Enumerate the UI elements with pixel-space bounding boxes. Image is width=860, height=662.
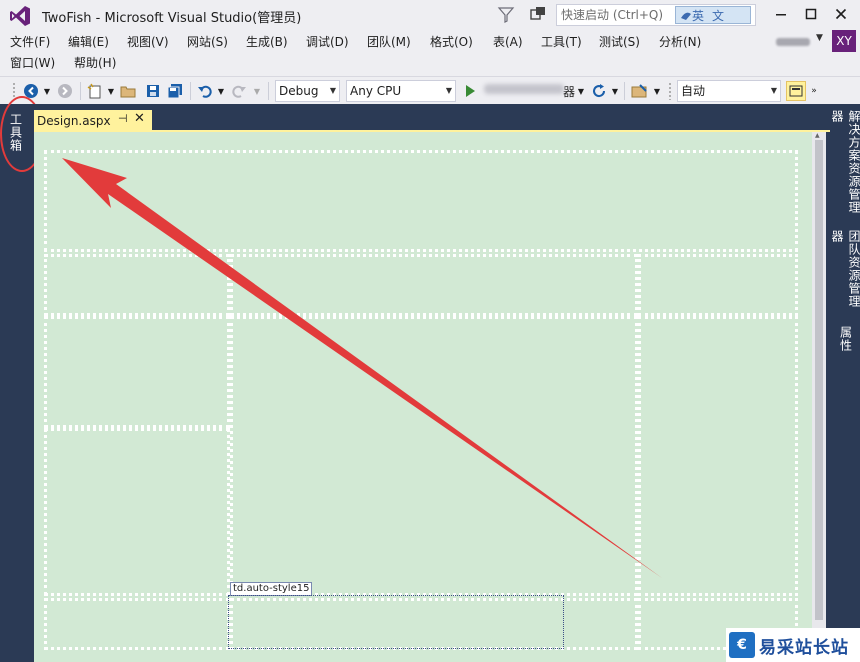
menu-window[interactable]: 窗口(W) [10, 53, 55, 73]
toolbar-overflow-icon[interactable]: » [808, 81, 820, 101]
start-target-name[interactable] [484, 84, 564, 94]
ime-icon [681, 12, 691, 20]
close-window-button[interactable] [826, 0, 856, 28]
minimize-button[interactable] [766, 0, 796, 28]
pin-icon[interactable]: ⊣ [118, 112, 128, 125]
tab-label: Design.aspx [37, 114, 111, 128]
menu-help[interactable]: 帮助(H) [74, 53, 116, 73]
menu-edit[interactable]: 编辑(E) [68, 32, 109, 52]
watermark-title: 易采站长站 [759, 637, 849, 658]
watermark: € 易采站长站 [726, 628, 860, 662]
table-cell[interactable] [44, 428, 230, 596]
menu-format[interactable]: 格式(O) [430, 32, 473, 52]
table-cell-header[interactable] [44, 150, 798, 252]
undo-dropdown-icon[interactable]: ▼ [216, 81, 226, 101]
configuration-value: Debug [279, 84, 319, 98]
scrollbar-thumb[interactable] [815, 140, 823, 620]
avatar[interactable]: XY [832, 30, 856, 52]
toolbar-separator [268, 82, 269, 100]
platform-value: Any CPU [350, 84, 402, 98]
close-tab-icon[interactable]: ✕ [134, 111, 145, 126]
user-dropdown-icon[interactable]: ▼ [816, 33, 823, 43]
menu-website[interactable]: 网站(S) [187, 32, 228, 52]
right-tool-window-strip: 解决方案资源管理器 团队资源管理器 属性 [830, 104, 860, 662]
selected-element-tag: td.auto-style15 [230, 582, 313, 596]
chevron-down-icon: ▼ [445, 86, 452, 95]
redo-icon[interactable] [230, 81, 248, 101]
table-cell[interactable] [44, 316, 230, 428]
platform-select[interactable]: Any CPU ▼ [346, 80, 456, 102]
toolbar-separator [190, 82, 191, 100]
start-target-label[interactable]: 器 [562, 81, 576, 101]
target-schema-select[interactable]: 自动 ▼ [677, 80, 781, 102]
redo-dropdown-icon[interactable]: ▼ [252, 81, 262, 101]
visual-studio-logo-icon [6, 0, 34, 32]
save-all-icon[interactable] [166, 81, 184, 101]
menu-file[interactable]: 文件(F) [10, 32, 50, 52]
table-cell-main[interactable] [230, 316, 638, 596]
vertical-scrollbar[interactable]: ▲ [812, 132, 826, 662]
chevron-down-icon: ▼ [329, 86, 336, 95]
tab-solution-explorer[interactable]: 解决方案资源管理器 [830, 110, 860, 222]
menu-team[interactable]: 团队(M) [367, 32, 411, 52]
toolbar-separator [624, 82, 625, 100]
selected-table-cell[interactable] [228, 595, 564, 649]
left-tool-window-strip: 工具箱 [0, 104, 30, 662]
tab-properties[interactable]: 属性 [836, 326, 856, 356]
menu-analyze[interactable]: 分析(N) [659, 32, 701, 52]
toolbar-separator [80, 82, 81, 100]
tab-team-explorer[interactable]: 团队资源管理器 [830, 230, 860, 320]
site-logo-icon: € [729, 632, 755, 658]
format-toolbar-icon[interactable] [786, 81, 806, 101]
standard-toolbar: ▼ ▼ ▼ ▼ Debug ▼ Any CPU ▼ 器 ▼ ▼ ▼ 自动 ▼ » [0, 76, 860, 104]
ime-label: 英文 [692, 8, 733, 23]
new-dropdown-icon[interactable]: ▼ [106, 81, 116, 101]
table-cell[interactable] [638, 254, 798, 316]
back-dropdown-icon[interactable]: ▼ [42, 81, 52, 101]
quick-launch-input[interactable] [557, 6, 673, 24]
menu-bar: 文件(F) 编辑(E) 视图(V) 网站(S) 生成(B) 调试(D) 团队(M… [0, 32, 860, 76]
refresh-icon[interactable] [590, 81, 608, 101]
start-debugging-icon[interactable] [462, 81, 478, 101]
browser-link-icon[interactable] [630, 81, 650, 101]
maximize-button[interactable] [796, 0, 826, 28]
save-icon[interactable] [144, 81, 162, 101]
refresh-dropdown-icon[interactable]: ▼ [610, 81, 620, 101]
navigate-forward-icon[interactable] [56, 81, 74, 101]
new-project-icon[interactable] [86, 81, 104, 101]
table-cell[interactable] [638, 316, 798, 596]
start-dropdown-icon[interactable]: ▼ [576, 81, 586, 101]
browser-link-dropdown-icon[interactable]: ▼ [652, 81, 662, 101]
undo-icon[interactable] [196, 81, 214, 101]
menu-table[interactable]: 表(A) [493, 32, 523, 52]
design-editor[interactable]: ▲ [34, 132, 826, 662]
menu-test[interactable]: 测试(S) [599, 32, 640, 52]
open-file-icon[interactable] [120, 81, 138, 101]
window-title: TwoFish - Microsoft Visual Studio(管理员) [42, 10, 302, 26]
ime-indicator[interactable]: 英文 [675, 6, 751, 24]
menu-debug[interactable]: 调试(D) [306, 32, 349, 52]
toolbar-grip[interactable] [668, 82, 672, 100]
scroll-up-icon[interactable]: ▲ [815, 132, 820, 139]
tab-design-aspx[interactable]: Design.aspx ⊣ ✕ [34, 110, 152, 132]
title-bar: TwoFish - Microsoft Visual Studio(管理员) 英… [0, 0, 860, 32]
design-surface[interactable] [34, 132, 812, 662]
configuration-select[interactable]: Debug ▼ [275, 80, 340, 102]
table-cell[interactable] [44, 254, 230, 316]
table-cell[interactable] [44, 598, 230, 650]
user-name[interactable] [776, 38, 810, 46]
quick-launch-box[interactable]: 英文 [556, 4, 756, 26]
table-cell[interactable] [230, 254, 638, 316]
chevron-down-icon: ▼ [770, 86, 777, 95]
notification-filter-icon[interactable] [496, 5, 516, 25]
target-schema-value: 自动 [681, 84, 706, 98]
menu-build[interactable]: 生成(B) [246, 32, 288, 52]
feedback-icon[interactable] [528, 4, 548, 24]
menu-view[interactable]: 视图(V) [127, 32, 169, 52]
menu-tools[interactable]: 工具(T) [541, 32, 582, 52]
